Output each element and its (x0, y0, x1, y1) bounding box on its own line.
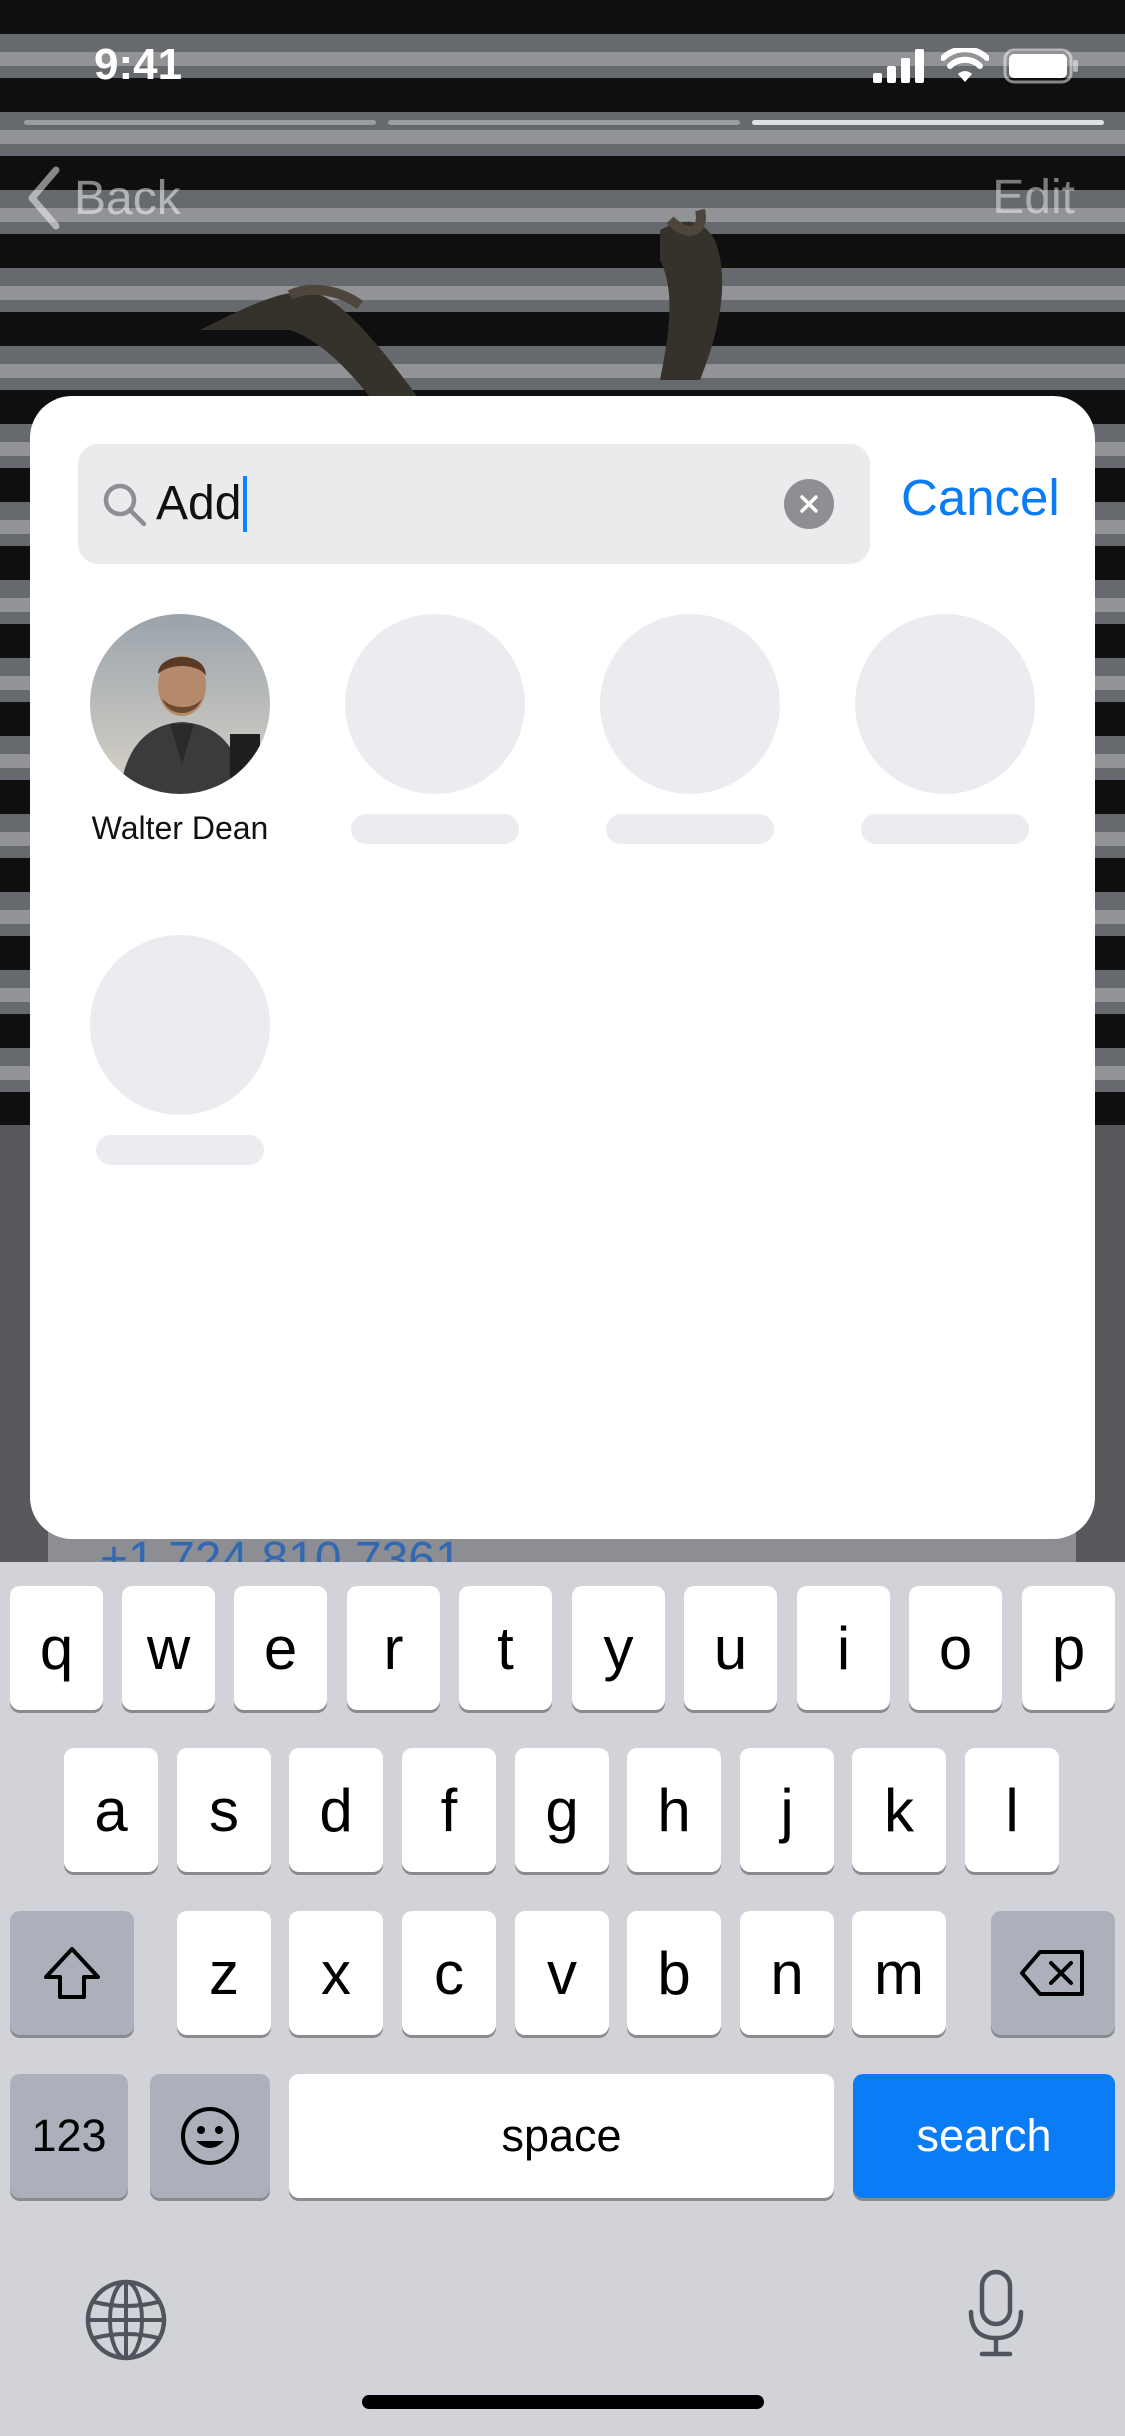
search-key[interactable]: search (853, 2074, 1115, 2198)
key-l[interactable]: l (965, 1748, 1059, 1872)
clear-search-button[interactable] (784, 479, 834, 529)
status-time: 9:41 (94, 40, 183, 89)
contact-placeholder (590, 614, 790, 844)
key-z[interactable]: z (177, 1911, 271, 2035)
avatar-placeholder (600, 614, 780, 794)
search-input[interactable]: Add (156, 474, 248, 534)
search-query: Add (156, 477, 242, 530)
numbers-key[interactable]: 123 (10, 2074, 128, 2198)
avatar-placeholder (855, 614, 1035, 794)
name-placeholder (351, 814, 519, 844)
contact-placeholder (80, 935, 280, 1165)
key-q[interactable]: q (10, 1586, 103, 1710)
delete-key[interactable] (991, 1911, 1115, 2035)
microphone-icon[interactable] (966, 2268, 1026, 2360)
cancel-button[interactable]: Cancel (901, 468, 1060, 527)
key-y[interactable]: y (572, 1586, 665, 1710)
space-key[interactable]: space (289, 2074, 834, 2198)
key-k[interactable]: k (852, 1748, 946, 1872)
close-icon (800, 495, 818, 513)
key-d[interactable]: d (289, 1748, 383, 1872)
chevron-left-icon (28, 166, 60, 230)
key-c[interactable]: c (402, 1911, 496, 2035)
back-label: Back (74, 171, 181, 225)
signal-icon (873, 49, 924, 83)
key-h[interactable]: h (627, 1748, 721, 1872)
back-button[interactable]: Back (24, 166, 181, 230)
home-indicator (362, 2395, 764, 2409)
name-placeholder (861, 814, 1029, 844)
key-e[interactable]: e (234, 1586, 327, 1710)
walter-dean-photo (90, 614, 270, 794)
search-icon (103, 483, 147, 527)
key-x[interactable]: x (289, 1911, 383, 2035)
key-o[interactable]: o (909, 1586, 1002, 1710)
story-progress-bar (752, 120, 1104, 125)
emoji-key[interactable] (150, 2074, 270, 2198)
text-cursor (243, 476, 248, 532)
contact-name: Walter Dean (91, 810, 269, 846)
key-w[interactable]: w (122, 1586, 215, 1710)
contact-result[interactable]: Walter Dean (80, 614, 280, 847)
status-icons (873, 48, 1079, 84)
emoji-icon (181, 2107, 239, 2165)
globe-icon[interactable] (84, 2278, 168, 2362)
backspace-icon (1020, 1950, 1084, 1996)
contact-placeholder (335, 614, 535, 844)
key-b[interactable]: b (627, 1911, 721, 2035)
edit-button[interactable]: Edit (992, 170, 1075, 225)
key-i[interactable]: i (797, 1586, 890, 1710)
wifi-icon (941, 48, 989, 82)
key-a[interactable]: a (64, 1748, 158, 1872)
key-v[interactable]: v (515, 1911, 609, 2035)
key-j[interactable]: j (740, 1748, 834, 1872)
avatar (90, 614, 270, 794)
key-u[interactable]: u (684, 1586, 777, 1710)
key-s[interactable]: s (177, 1748, 271, 1872)
battery-icon (1003, 48, 1078, 84)
key-g[interactable]: g (515, 1748, 609, 1872)
story-progress-bar (24, 120, 376, 125)
key-t[interactable]: t (459, 1586, 552, 1710)
shift-icon (44, 1947, 100, 1999)
name-placeholder (96, 1135, 264, 1165)
shift-key[interactable] (10, 1911, 134, 2035)
key-m[interactable]: m (852, 1911, 946, 2035)
key-f[interactable]: f (402, 1748, 496, 1872)
name-placeholder (606, 814, 774, 844)
key-p[interactable]: p (1022, 1586, 1115, 1710)
contact-placeholder (845, 614, 1045, 844)
avatar-placeholder (90, 935, 270, 1115)
keyboard: q w e r t y u i o p a s d f g h j k l z … (0, 1562, 1125, 2436)
key-r[interactable]: r (347, 1586, 440, 1710)
story-progress-bar (388, 120, 740, 125)
share-search-sheet: Add Cancel Walter Dean (30, 396, 1095, 1539)
search-field[interactable]: Add (78, 444, 870, 564)
avatar-placeholder (345, 614, 525, 794)
key-n[interactable]: n (740, 1911, 834, 2035)
